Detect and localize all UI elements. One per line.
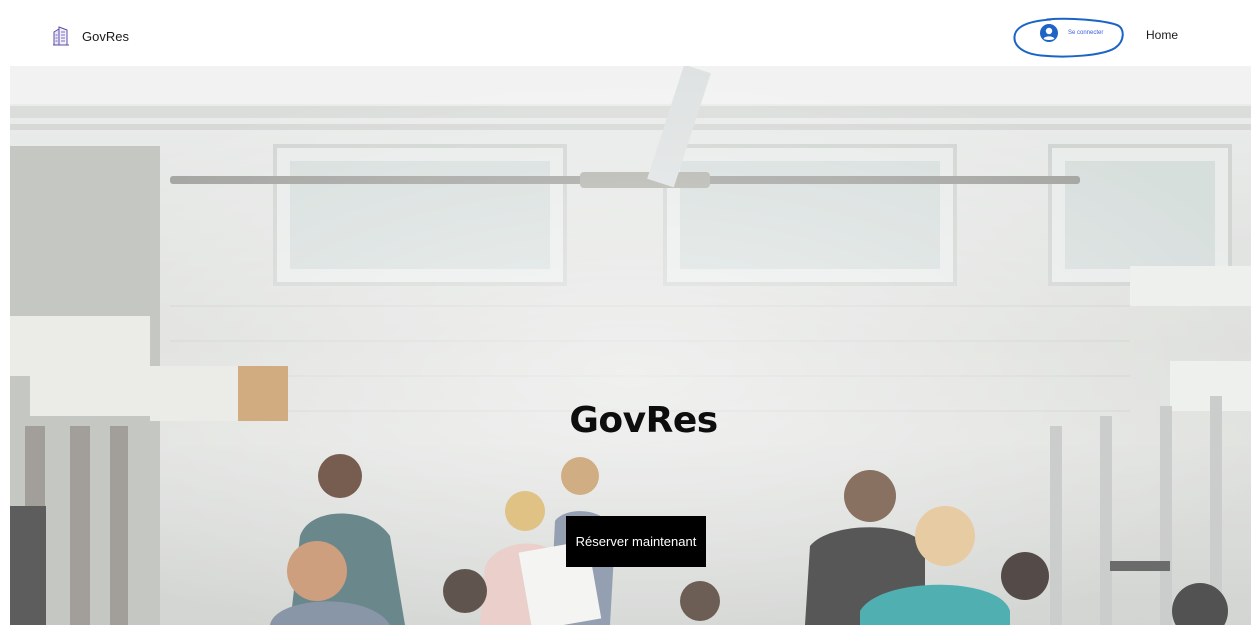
book-now-button[interactable]: Réserver maintenant [566,516,706,567]
login-label: Se connecter [1068,30,1104,36]
user-avatar-icon [1040,24,1058,42]
site-header: GovRes Se connecter Home [0,0,1251,66]
hero-title: GovRes [569,400,718,441]
hero-section: GovRes Réserver maintenant [10,66,1251,625]
nav-home-link[interactable]: Home [1146,28,1178,42]
building-icon [53,26,69,46]
login-button[interactable]: Se connecter [1040,24,1103,42]
site-name: GovRes [82,28,129,44]
site-logo[interactable]: GovRes [52,26,129,46]
